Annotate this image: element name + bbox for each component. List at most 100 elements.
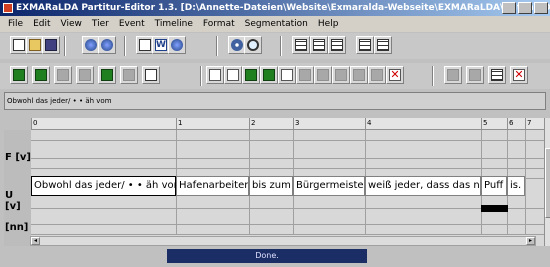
ruler-tick-0[interactable]: 0 xyxy=(33,119,37,127)
edit-event-button[interactable] xyxy=(332,66,350,84)
menu-event[interactable]: Event xyxy=(114,16,150,32)
vertical-scrollbar[interactable] xyxy=(544,118,550,246)
tier-label-column: F [v] U [v] [nn] xyxy=(4,130,31,246)
remove-gap-button[interactable] xyxy=(314,66,332,84)
split-event-button[interactable] xyxy=(260,66,278,84)
event-cell[interactable]: Bürgermeister xyxy=(293,176,365,196)
grid-row-line xyxy=(31,224,544,225)
tier-properties-button[interactable] xyxy=(120,66,138,84)
main-toolbar: W xyxy=(0,33,550,59)
event-text: Puff xyxy=(484,180,504,191)
menu-view[interactable]: View xyxy=(56,16,87,32)
add-tier-button[interactable] xyxy=(10,66,28,84)
tier-table-5-button[interactable] xyxy=(374,36,392,54)
insert-event-button[interactable] xyxy=(278,66,296,84)
move-event-button[interactable] xyxy=(296,66,314,84)
menu-help[interactable]: Help xyxy=(313,16,344,32)
menu-format[interactable]: Format xyxy=(198,16,240,32)
delete-column-button[interactable]: ✕ xyxy=(510,66,528,84)
event-text: is. xyxy=(510,180,522,191)
edit-toolbar: ✕ ✕ xyxy=(0,63,550,89)
save-button[interactable] xyxy=(42,36,60,54)
shift-right-abc-button[interactable] xyxy=(224,66,242,84)
vertical-scroll-thumb[interactable] xyxy=(545,148,550,218)
tier-label-u[interactable]: U [v] xyxy=(5,190,31,212)
menu-edit[interactable]: Edit xyxy=(28,16,55,32)
table-view-icon xyxy=(447,69,459,81)
event-text-field[interactable]: Obwohl das jeder/ • • äh vom xyxy=(4,92,546,110)
column-view-button[interactable] xyxy=(466,66,484,84)
ruler-tick-5[interactable]: 5 xyxy=(483,119,487,127)
tier-table-2-icon xyxy=(313,39,325,51)
export-button[interactable] xyxy=(168,36,186,54)
ruler-tick-line xyxy=(365,118,366,130)
shrink-event-button[interactable] xyxy=(350,66,368,84)
table-view-button[interactable] xyxy=(444,66,462,84)
tier-table-2-button[interactable] xyxy=(310,36,328,54)
move-tier-up-button[interactable] xyxy=(54,66,72,84)
menu-tier[interactable]: Tier xyxy=(87,16,114,32)
empty-event-button[interactable] xyxy=(368,66,386,84)
event-text: weiß jeder, dass das n xyxy=(368,180,480,191)
status-bar: Done. xyxy=(167,249,367,263)
new-document-icon xyxy=(13,39,25,51)
event-cell[interactable]: Obwohl das jeder/ • • äh vom xyxy=(31,176,176,196)
ruler-tick-2[interactable]: 2 xyxy=(251,119,255,127)
event-cell[interactable]: Hafenarbeiter xyxy=(176,176,249,196)
ruler-tick-1[interactable]: 1 xyxy=(178,119,182,127)
tier-label-f[interactable]: F [v] xyxy=(5,152,31,163)
shift-left-abc-icon xyxy=(209,69,221,81)
maximize-button[interactable] xyxy=(518,2,532,14)
minimize-button[interactable] xyxy=(502,2,516,14)
edit-event-icon xyxy=(335,69,347,81)
menu-file[interactable]: File xyxy=(3,16,28,32)
remove-tier-button[interactable] xyxy=(32,66,50,84)
event-cell[interactable]: Puff xyxy=(481,176,507,196)
event-cell[interactable]: is. xyxy=(507,176,525,196)
toolbar-separator xyxy=(64,36,66,56)
remove-gap-icon xyxy=(317,69,329,81)
split-event-icon xyxy=(263,69,275,81)
move-tier-down-button[interactable] xyxy=(76,66,94,84)
word-document-icon: W xyxy=(155,39,167,51)
print-button[interactable] xyxy=(142,66,160,84)
tier-table-4-button[interactable] xyxy=(356,36,374,54)
tier-label-nn[interactable]: [nn] xyxy=(5,222,31,233)
move-tier-up-icon xyxy=(57,69,69,81)
print-icon xyxy=(145,69,157,81)
merge-events-icon xyxy=(245,69,257,81)
tier-table-button[interactable] xyxy=(292,36,310,54)
ruler-tick-4[interactable]: 4 xyxy=(367,119,371,127)
menu-segmentation[interactable]: Segmentation xyxy=(240,16,313,32)
scroll-left-arrow-icon[interactable]: ◂ xyxy=(31,237,40,245)
tier-table-3-button[interactable] xyxy=(328,36,346,54)
add-tier-icon xyxy=(13,69,25,81)
close-button[interactable] xyxy=(534,2,548,14)
menu-bar: File Edit View Tier Event Timeline Forma… xyxy=(0,16,550,32)
zoom-button[interactable] xyxy=(244,36,262,54)
horizontal-scrollbar[interactable]: ◂ ▸ xyxy=(30,236,536,246)
scroll-right-arrow-icon[interactable]: ▸ xyxy=(526,237,535,245)
ruler-tick-3[interactable]: 3 xyxy=(295,119,299,127)
column-table-button[interactable] xyxy=(488,66,506,84)
event-cell[interactable]: bis zum xyxy=(249,176,293,196)
merge-events-button[interactable] xyxy=(242,66,260,84)
swap-tiers-icon xyxy=(101,69,113,81)
shrink-event-icon xyxy=(353,69,365,81)
delete-event-button[interactable]: ✕ xyxy=(386,66,404,84)
columns-icon xyxy=(469,69,481,81)
globe-link-button[interactable] xyxy=(98,36,116,54)
shift-left-abc-button[interactable] xyxy=(206,66,224,84)
nn-event-marker[interactable] xyxy=(481,205,508,212)
gear-icon xyxy=(231,39,243,51)
partitur-editor: 0 1 2 3 4 5 6 7 F [v] U [v] [nn] Obwohl … xyxy=(4,118,550,246)
menu-timeline[interactable]: Timeline xyxy=(150,16,198,32)
ruler-tick-7[interactable]: 7 xyxy=(527,119,531,127)
event-text: Bürgermeister xyxy=(296,180,365,191)
html-document-icon xyxy=(139,39,151,51)
ruler-tick-6[interactable]: 6 xyxy=(509,119,513,127)
ruler-tick-line xyxy=(31,118,32,130)
tier-table-3-icon xyxy=(331,39,343,51)
event-cell[interactable]: weiß jeder, dass das n xyxy=(365,176,481,196)
swap-tiers-button[interactable] xyxy=(98,66,116,84)
